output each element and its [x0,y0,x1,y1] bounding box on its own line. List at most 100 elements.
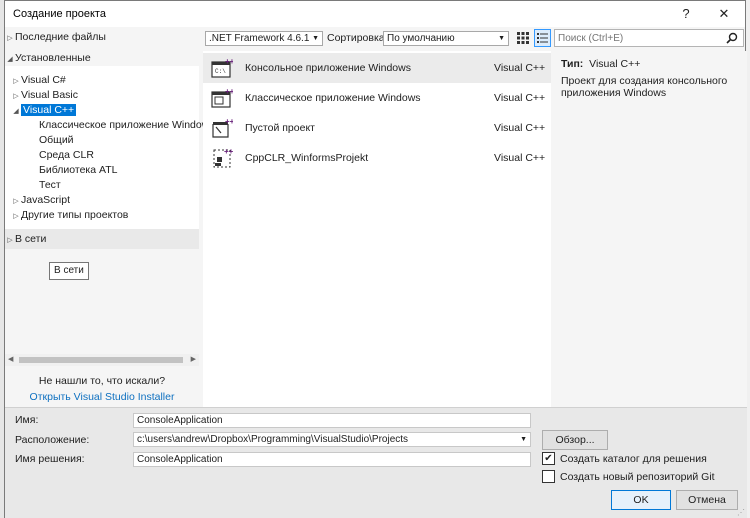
location-label: Расположение: [15,434,90,446]
dropdown-arrow-icon[interactable]: ▼ [520,433,527,446]
tree-item-test[interactable]: Тест [39,178,61,193]
open-installer-link[interactable]: Открыть Visual Studio Installer [5,391,199,403]
online-tooltip: В сети [49,262,89,280]
resize-grip-icon[interactable]: ⋰ [737,508,745,517]
template-row[interactable]: C:\ ++ Консольное приложение Windows Vis… [203,53,551,83]
list-view-icon [537,33,548,43]
sort-value: По умолчанию [387,33,455,44]
template-description: Проект для создания консольного приложен… [561,75,728,99]
name-input[interactable]: ConsoleApplication [133,413,531,428]
template-row[interactable]: ++ Классическое приложение Windows Visua… [203,83,551,113]
help-button[interactable]: ? [671,4,701,24]
create-directory-label[interactable]: Создать каталог для решения [560,453,707,465]
close-button[interactable]: ✕ [709,4,739,24]
winforms-icon: ++ [213,147,233,168]
tree-item-label: Другие типы проектов [21,209,129,221]
desktop-app-icon: ++ [211,87,233,108]
location-input[interactable]: c:\users\andrew\Dropbox\Programming\Visu… [133,432,531,447]
tree-item-label: Библиотека ATL [39,164,118,176]
scroll-right-icon[interactable]: ▶ [191,354,196,366]
online-row[interactable]: ▷ В сети [5,229,199,249]
tree-item-label: Классическое приложение Window [39,119,210,131]
tree-item-recent[interactable]: ▷ Последние файлы [5,30,106,45]
collapse-arrow-icon: ◢ [7,56,13,63]
collapse-arrow-icon: ◢ [13,108,19,115]
template-row[interactable]: ++ CppCLR_WinformsProjekt Visual C++ [203,143,551,173]
search-icon[interactable] [725,32,739,47]
new-project-dialog: Создание проекта ? ✕ ▷ Последние файлы ◢ У… [4,0,747,518]
type-label: Тип: [561,58,584,70]
tree-item-label: Среда CLR [39,149,94,161]
create-git-checkbox[interactable] [542,470,555,483]
tree-item-general[interactable]: Общий [39,133,74,148]
ok-button[interactable]: OK [611,490,671,510]
tree-item-label: Тест [39,179,61,191]
console-app-icon: C:\ ++ [211,57,233,78]
window-title: Создание проекта [13,8,106,20]
tree-item-label: Общий [39,134,74,146]
create-directory-checkbox[interactable]: ✔ [542,452,555,465]
type-value: Visual C++ [589,58,641,70]
template-language: Visual C++ [494,62,546,74]
tree-item-visual-basic[interactable]: ▷ Visual Basic [11,88,78,103]
expand-arrow-icon: ▷ [7,35,13,42]
title-bar: Создание проекта ? ✕ [5,1,745,27]
tree-item-label: Visual Basic [21,89,79,101]
expand-arrow-icon: ▷ [13,78,19,85]
tree-item-label: JavaScript [21,194,71,206]
solution-name-label: Имя решения: [15,453,85,465]
tree-item-online[interactable]: ▷ В сети [5,232,46,247]
search-input[interactable] [555,30,715,46]
details-pane: Тип: Visual C++ Проект для создания конс… [551,51,747,407]
location-value: c:\users\andrew\Dropbox\Programming\Visu… [137,434,409,445]
dropdown-arrow-icon: ▼ [312,35,319,42]
scrollbar-thumb[interactable] [19,357,183,363]
tree-item-desktop[interactable]: Классическое приложение Window [39,118,209,133]
tree-item-visual-csharp[interactable]: ▷ Visual C# [11,73,66,88]
template-name: Пустой проект [245,122,315,134]
tree-item-installed[interactable]: ◢ Установленные [5,51,91,66]
sort-label: Сортировка: [327,32,388,44]
list-view-button[interactable] [534,29,551,47]
tree-item-label: Установленные [15,52,91,64]
template-language: Visual C++ [494,152,546,164]
svg-text:++: ++ [225,57,233,66]
tree-item-atl[interactable]: Библиотека ATL [39,163,118,178]
project-form: Имя: ConsoleApplication Расположение: c:… [5,407,747,518]
template-name: CppCLR_WinformsProjekt [245,152,369,164]
expand-arrow-icon: ▷ [13,198,19,205]
tree-item-label: Последние файлы [15,31,106,43]
template-name: Консольное приложение Windows [245,62,411,74]
framework-value: .NET Framework 4.6.1 [209,33,310,44]
svg-text:C:\: C:\ [215,68,226,75]
not-found-text: Не нашли то, что искали? [38,375,166,387]
search-box[interactable] [554,29,744,47]
expand-arrow-icon: ▷ [7,237,13,244]
svg-text:++: ++ [224,147,233,156]
horizontal-scrollbar[interactable]: ◀ ▶ [5,354,199,366]
scroll-left-icon[interactable]: ◀ [8,354,13,366]
tree-item-visual-cpp[interactable]: ◢ Visual C++ [11,103,77,118]
svg-text:++: ++ [225,87,233,96]
create-git-label[interactable]: Создать новый репозиторий Git [560,471,715,483]
solution-name-input[interactable]: ConsoleApplication [133,452,531,467]
browse-button[interactable]: Обзор... [542,430,608,450]
svg-text:++: ++ [225,117,233,126]
type-line: Тип: Visual C++ [561,58,640,70]
installed-tree: ▷ Visual C# ▷ Visual Basic ◢ Visual C++ Кла… [5,66,209,229]
cancel-button[interactable]: Отмена [676,490,738,510]
tree-item-label: Visual C# [21,74,66,86]
tree-item-javascript[interactable]: ▷ JavaScript [11,193,70,208]
tree-item-other-types[interactable]: ▷ Другие типы проектов [11,208,128,223]
grid-view-icon[interactable] [516,31,530,45]
name-label: Имя: [15,414,39,426]
template-row[interactable]: ++ Пустой проект Visual C++ [203,113,551,143]
dropdown-arrow-icon: ▼ [498,35,505,42]
tree-item-clr[interactable]: Среда CLR [39,148,94,163]
empty-project-icon: ++ [212,117,233,138]
framework-select[interactable]: .NET Framework 4.6.1 ▼ [205,31,323,46]
expand-arrow-icon: ▷ [13,93,19,100]
template-list: C:\ ++ Консольное приложение Windows Vis… [203,51,551,407]
template-language: Visual C++ [494,92,546,104]
sort-select[interactable]: По умолчанию ▼ [383,31,509,46]
